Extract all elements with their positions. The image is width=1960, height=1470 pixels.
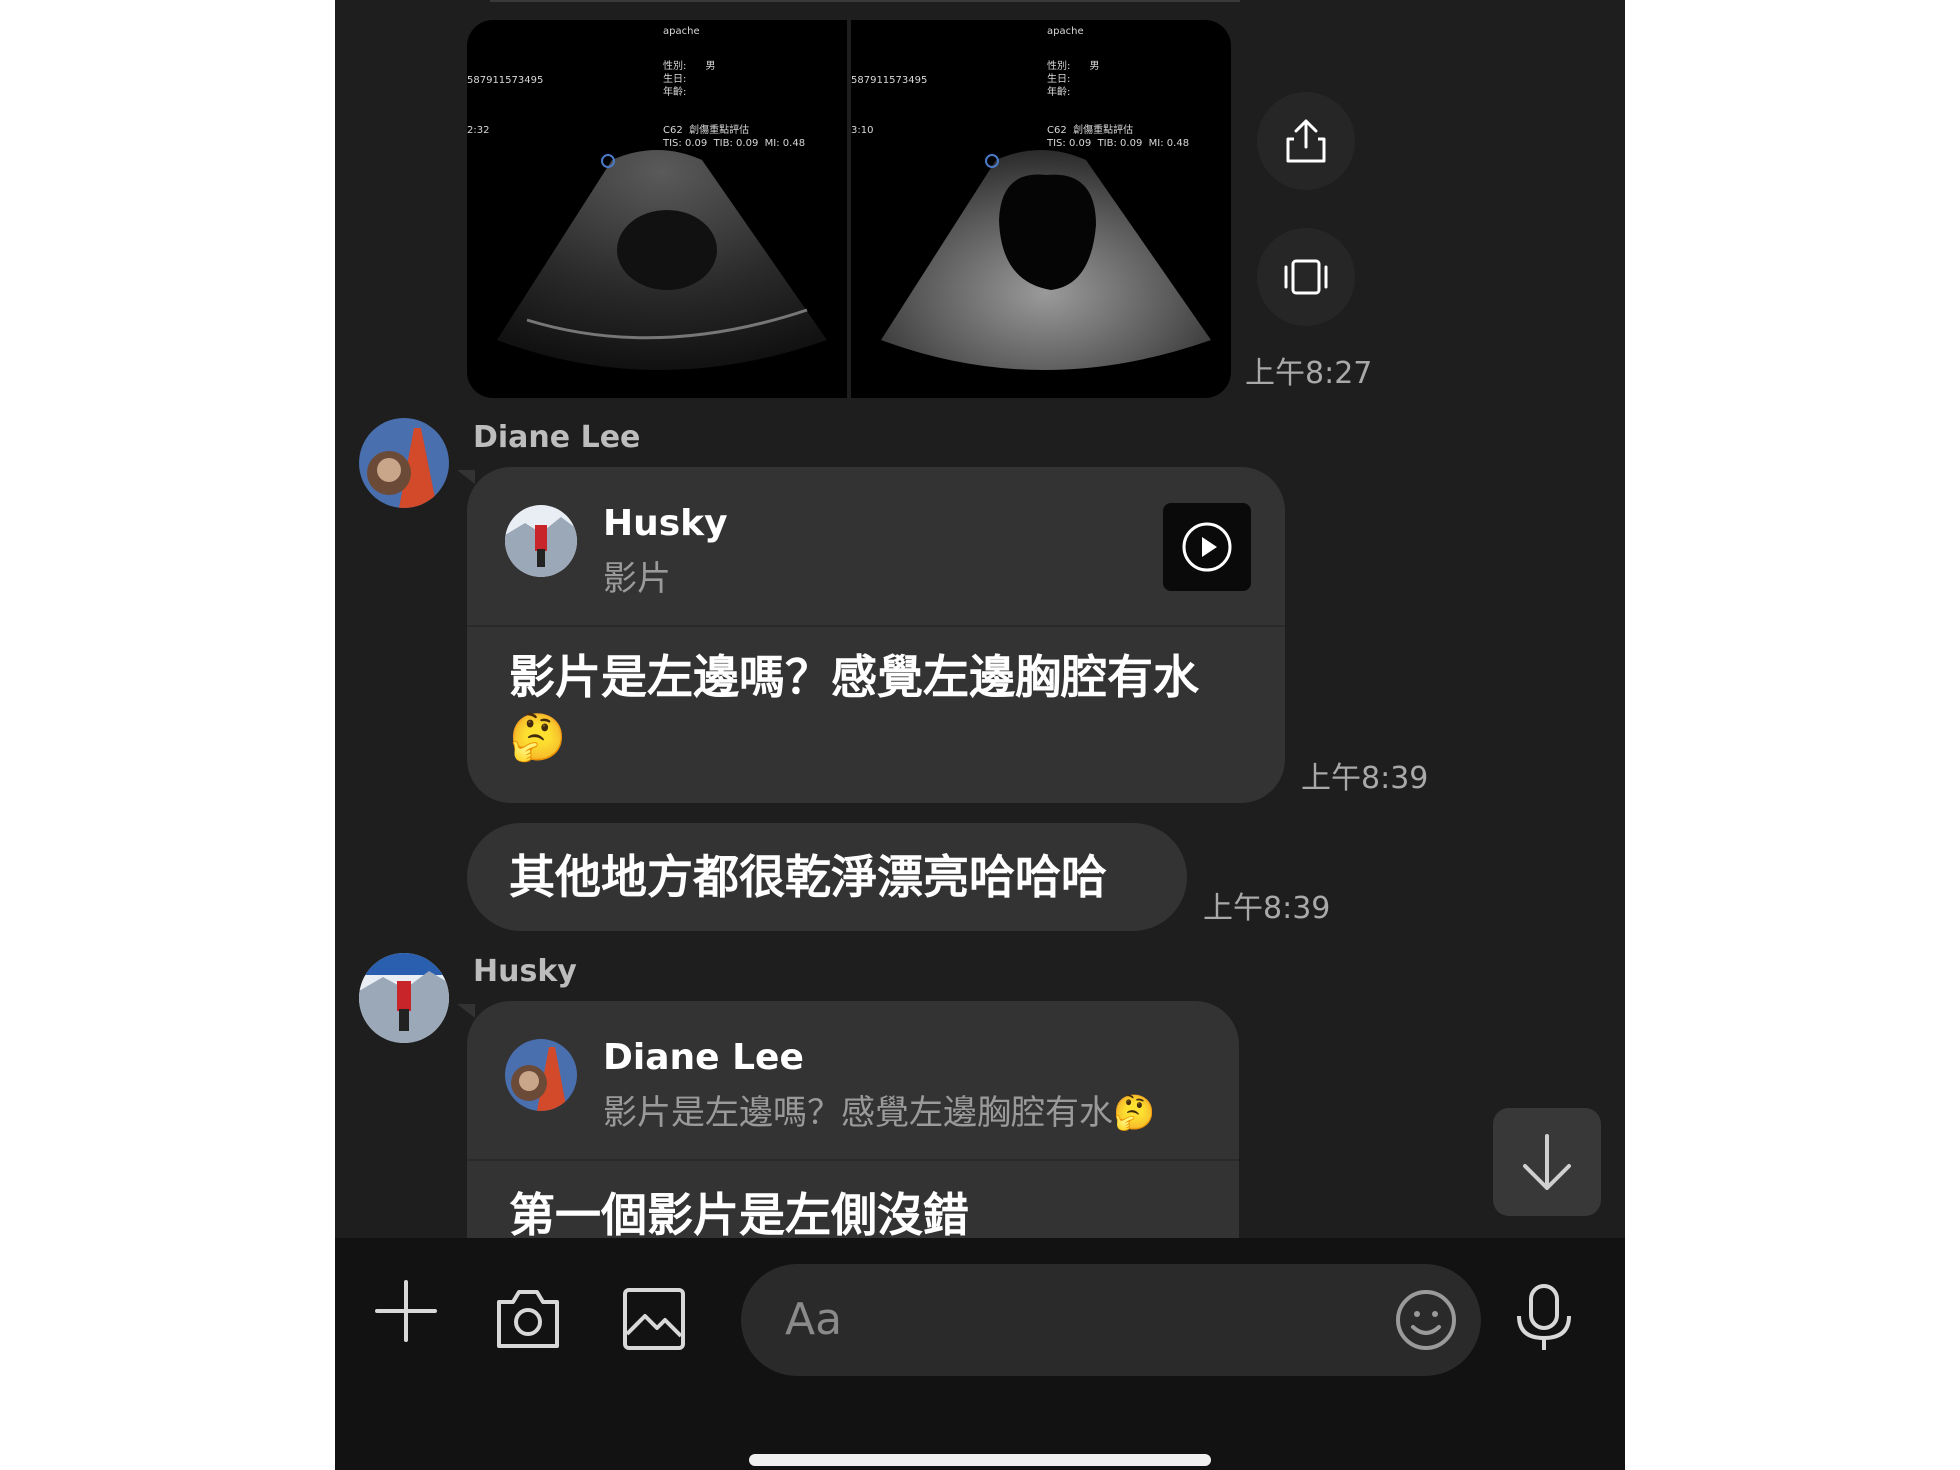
- quoted-text: 影片是左邊嗎？感覺左邊胸腔有水🤔: [603, 1093, 1156, 1133]
- play-icon: [1182, 522, 1232, 572]
- avatar[interactable]: [359, 418, 449, 508]
- voice-button[interactable]: [1511, 1282, 1577, 1356]
- message-text: 影片是左邊嗎？感覺左邊胸腔有水 🤔: [509, 647, 1199, 767]
- plus-icon: [375, 1280, 437, 1342]
- ultrasound-image-1[interactable]: apache 性別: 男 生日: 年齡: 587911573495 2:32 C…: [467, 20, 847, 398]
- message-text: 第一個影片是左側沒錯: [509, 1188, 969, 1238]
- message-list[interactable]: apache 性別: 男 生日: 年齡: 587911573495 2:32 C…: [335, 0, 1625, 1238]
- video-thumbnail[interactable]: [1163, 503, 1251, 591]
- camera-icon: [497, 1290, 559, 1348]
- slideshow-button[interactable]: [1257, 228, 1355, 326]
- patient-id: 587911573495: [851, 75, 928, 86]
- microphone-icon: [1517, 1284, 1571, 1350]
- emoji-icon[interactable]: [1393, 1287, 1459, 1353]
- message-text-body: 影片是左邊嗎？感覺左邊胸腔有水: [509, 650, 1199, 704]
- message-text: 其他地方都很乾淨漂亮哈哈哈: [509, 850, 1107, 904]
- patient-id: 587911573495: [467, 75, 544, 86]
- arrow-down-icon: [1523, 1134, 1571, 1190]
- avatar[interactable]: [359, 953, 449, 1043]
- avatar: [505, 1039, 577, 1111]
- quoted-sender: Husky: [603, 503, 728, 544]
- message-input-placeholder: Aa: [785, 1294, 843, 1345]
- gallery-view-icon: [1284, 259, 1328, 295]
- avatar-photo: [505, 1039, 577, 1111]
- message-time: 上午8:27: [1245, 356, 1373, 391]
- camera-button[interactable]: [495, 1286, 561, 1356]
- avatar-photo: [505, 505, 577, 577]
- message-input[interactable]: Aa: [741, 1264, 1481, 1376]
- quoted-sender: Diane Lee: [603, 1037, 804, 1078]
- share-icon: [1286, 119, 1326, 163]
- sender-name: Husky: [473, 954, 577, 989]
- chat-screen: apache 性別: 男 生日: 年齡: 587911573495 2:32 C…: [335, 0, 1625, 1470]
- quoted-message[interactable]: Husky 影片: [467, 467, 1285, 627]
- clip-clock: 2:32: [467, 125, 490, 136]
- reply-bubble[interactable]: Diane Lee 影片是左邊嗎？感覺左邊胸腔有水🤔 第一個影片是左側沒錯: [467, 1001, 1239, 1238]
- ultrasound-image-2[interactable]: apache 性別: 男 生日: 年齡: 587911573495 3:10 C…: [851, 20, 1231, 398]
- clip-clock: 3:10: [851, 125, 874, 136]
- patient-fields: 性別: 男 生日: 年齡:: [663, 61, 716, 98]
- message-time: 上午8:39: [1301, 761, 1429, 796]
- scroll-to-bottom-button[interactable]: [1493, 1108, 1601, 1216]
- patient-fields: 性別: 男 生日: 年齡:: [1047, 61, 1100, 98]
- image-icon: [623, 1288, 685, 1350]
- message-time: 上午8:39: [1203, 891, 1331, 926]
- gallery-button[interactable]: [621, 1286, 687, 1356]
- probe-info: C62 創傷重點評估 TIS: 0.09 TIB: 0.09 MI: 0.48: [1047, 125, 1190, 149]
- divider: [490, 0, 1240, 2]
- avatar-photo: [359, 953, 449, 1043]
- thinking-emoji: 🤔: [509, 710, 567, 764]
- quoted-type: 影片: [603, 559, 671, 599]
- input-bar: Aa: [335, 1238, 1625, 1470]
- image-header: apache: [663, 26, 700, 37]
- reply-bubble[interactable]: Husky 影片 影片是左邊嗎？感覺左邊胸腔有水 🤔: [467, 467, 1285, 803]
- probe-info: C62 創傷重點評估 TIS: 0.09 TIB: 0.09 MI: 0.48: [663, 125, 806, 149]
- avatar: [505, 505, 577, 577]
- image-header: apache: [1047, 26, 1084, 37]
- share-button[interactable]: [1257, 92, 1355, 190]
- quoted-message[interactable]: Diane Lee 影片是左邊嗎？感覺左邊胸腔有水🤔: [467, 1001, 1239, 1161]
- add-button[interactable]: [373, 1278, 439, 1348]
- home-indicator[interactable]: [749, 1454, 1211, 1466]
- avatar-photo: [359, 418, 449, 508]
- message-bubble[interactable]: 其他地方都很乾淨漂亮哈哈哈: [467, 823, 1187, 931]
- sender-name: Diane Lee: [473, 420, 641, 455]
